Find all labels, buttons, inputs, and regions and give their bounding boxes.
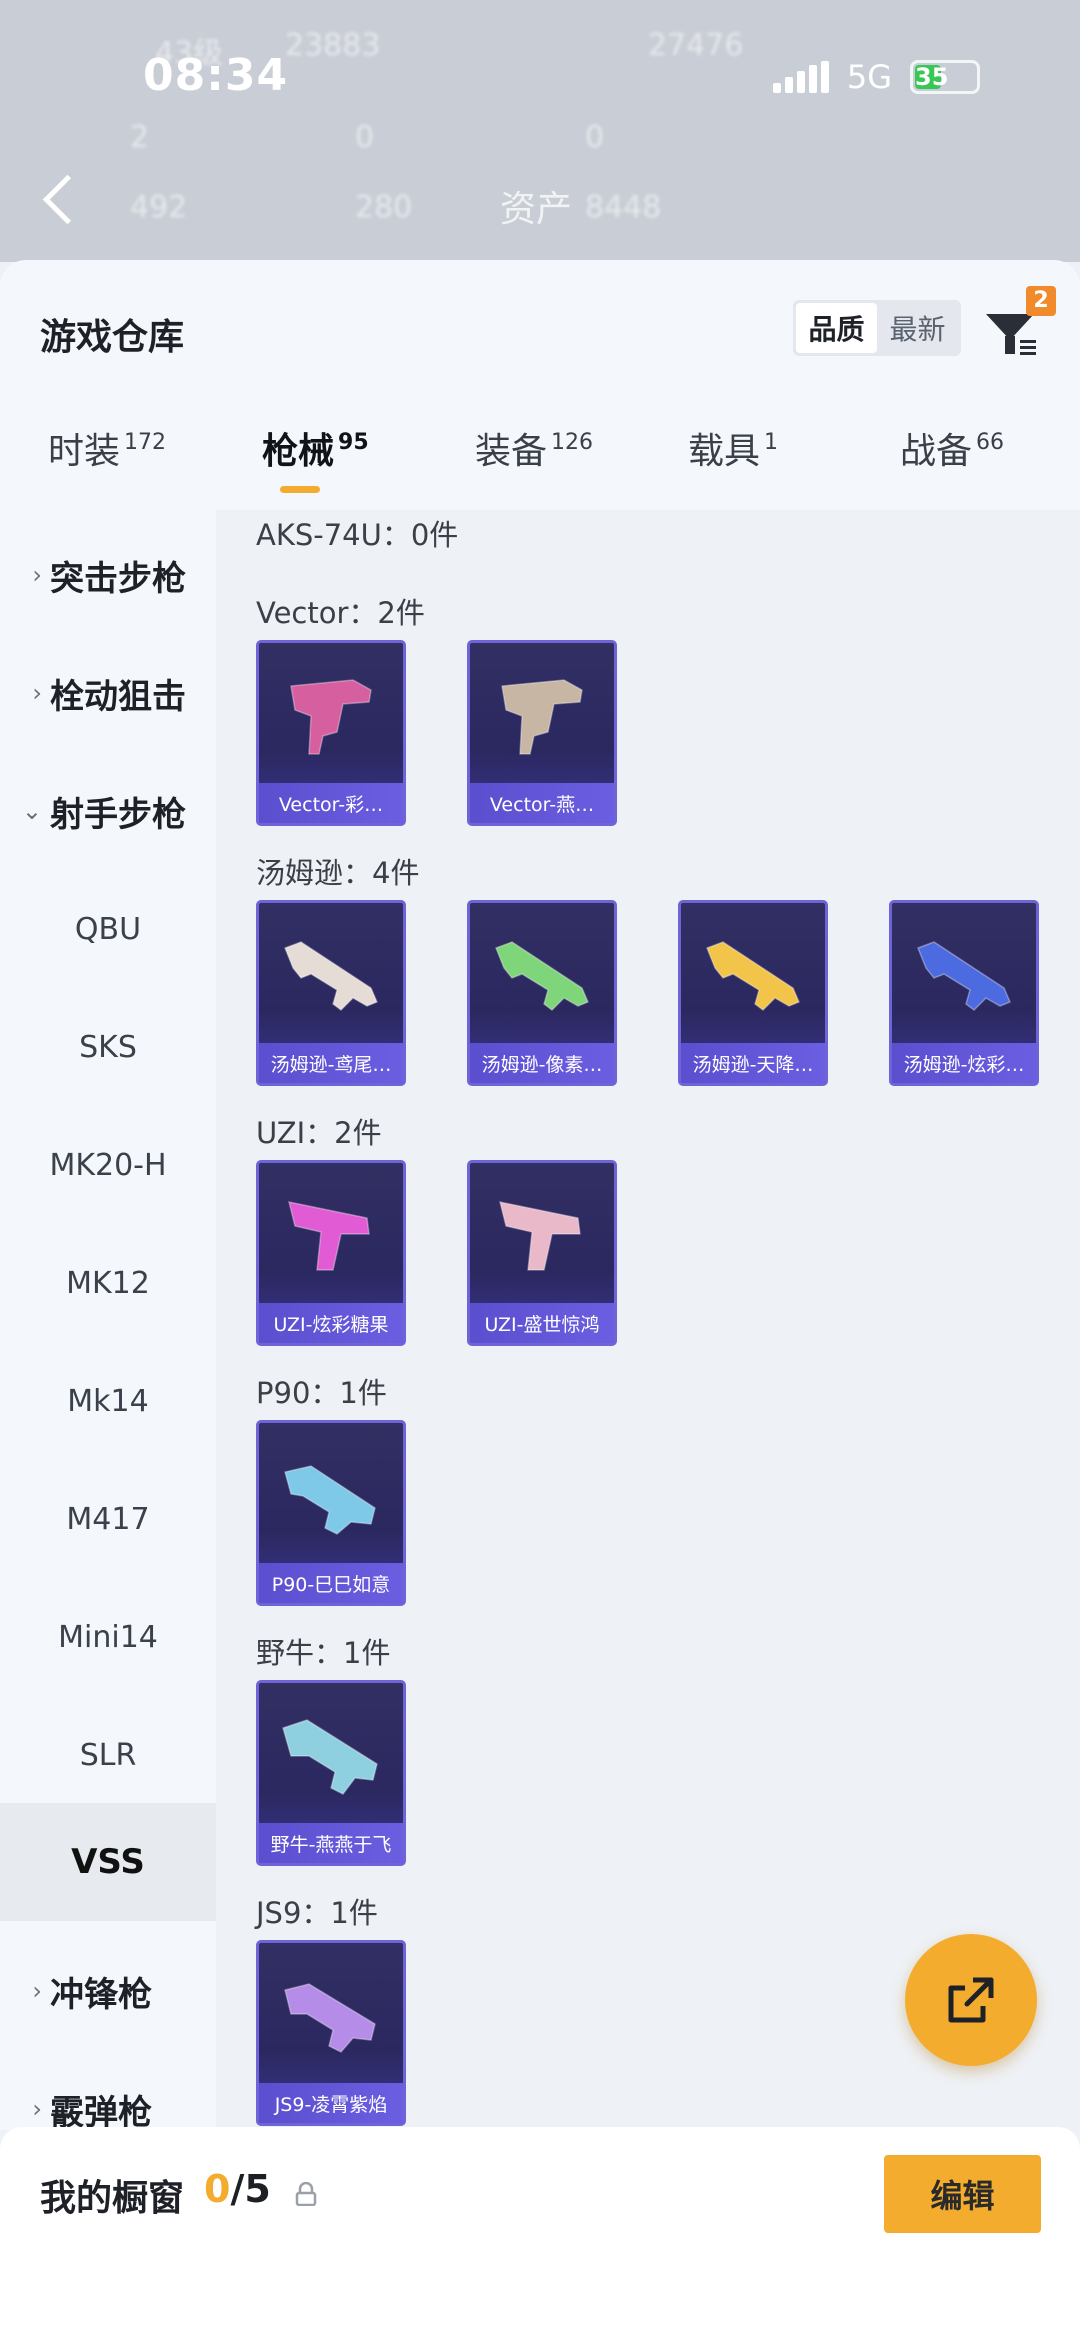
share-external-icon <box>948 1977 994 2023</box>
sidebar-category-bolt-sniper[interactable]: › 栓动狙击 <box>0 653 216 733</box>
thompson-gun-icon <box>470 903 614 1043</box>
status-indicators: 5G 35 <box>772 58 980 96</box>
group-title-js9: JS9：1件 <box>256 1896 378 1930</box>
weapon-type-sidebar: › 突击步枪 › 栓动狙击 ⌄ 射手步枪 QBU SKS MK20-H MK12… <box>0 510 216 2130</box>
skin-card[interactable]: 汤姆逊-炫彩… <box>889 900 1039 1086</box>
tab-equipment[interactable]: 装备 126 <box>475 422 593 474</box>
status-time: 08:34 <box>143 50 289 101</box>
active-tab-indicator <box>280 486 320 493</box>
sidebar-item-mini14[interactable]: Mini14 <box>0 1597 216 1677</box>
sidebar-item-mk20h[interactable]: MK20-H <box>0 1125 216 1205</box>
p90-gun-icon <box>259 1423 403 1563</box>
profile-backdrop: 43级 23883 27476 2 0 0 492 280 资产 8448 08… <box>0 0 1080 262</box>
assets-label: 资产 <box>500 189 573 230</box>
tab-fashion[interactable]: 时装 172 <box>48 422 166 474</box>
showcase-bar: 我的橱窗 0/5 编辑 <box>0 2127 1080 2347</box>
group-title-p90: P90：1件 <box>256 1376 387 1410</box>
skin-card[interactable]: JS9-凌霄紫焰 <box>256 1940 406 2126</box>
sort-toggle: 品质 最新 <box>793 300 961 356</box>
stat-e-text: 280 <box>355 190 413 225</box>
battery-level: 35 <box>915 63 949 91</box>
stat-d-text: 492 <box>130 190 188 225</box>
back-arrow-icon[interactable] <box>38 170 78 230</box>
filter-count-badge: 2 <box>1026 286 1056 316</box>
sidebar-item-vss[interactable]: VSS <box>0 1803 216 1921</box>
sidebar-category-smg[interactable]: › 冲锋枪 <box>0 1951 216 2031</box>
showcase-label: 我的橱窗 <box>40 2178 185 2219</box>
chevron-right-icon: › <box>32 679 42 707</box>
stat-b-text: 0 <box>355 120 375 155</box>
js9-gun-icon <box>259 1943 403 2083</box>
chevron-right-icon: › <box>32 2095 42 2123</box>
weapon-skin-list: AKS-74U：0件 Vector：2件 Vector-彩… Vector-燕…… <box>216 510 1080 2130</box>
skin-card[interactable]: Vector-彩… <box>256 640 406 826</box>
group-title-thompson: 汤姆逊：4件 <box>256 856 420 890</box>
skin-card[interactable]: 野牛-燕燕于飞 <box>256 1680 406 1866</box>
uzi-gun-icon <box>470 1163 614 1303</box>
skin-card[interactable]: P90-巳巳如意 <box>256 1420 406 1606</box>
stat-a-text: 2 <box>130 120 150 155</box>
score-text: 27476 <box>648 28 744 63</box>
warehouse-sheet: 游戏仓库 品质 最新 2 时装 172 枪械 95 装备 126 载具 1 战备 66 ›… <box>0 260 1080 2130</box>
signal-icon <box>772 61 829 93</box>
sidebar-category-assault-rifle[interactable]: › 突击步枪 <box>0 535 216 615</box>
thompson-gun-icon <box>892 903 1036 1043</box>
lock-icon <box>295 2182 317 2206</box>
uzi-gun-icon <box>259 1163 403 1303</box>
vector-gun-icon <box>470 643 614 783</box>
battery-icon: 35 <box>910 60 980 94</box>
sidebar-item-mk12[interactable]: MK12 <box>0 1243 216 1323</box>
skin-card[interactable]: UZI-炫彩糖果 <box>256 1160 406 1346</box>
page-title: 游戏仓库 <box>40 317 185 358</box>
skin-card[interactable]: 汤姆逊-天降… <box>678 900 828 1086</box>
skin-card[interactable]: UZI-盛世惊鸿 <box>467 1160 617 1346</box>
sort-quality-button[interactable]: 品质 <box>796 303 877 353</box>
sidebar-category-shotgun[interactable]: › 霰弹枪 <box>0 2069 216 2131</box>
showcase-count: 0/5 <box>204 2167 271 2211</box>
coin-text: 23883 <box>285 28 381 63</box>
tab-vehicles[interactable]: 载具 1 <box>688 422 778 474</box>
network-type: 5G <box>846 58 892 96</box>
skin-card[interactable]: 汤姆逊-鸢尾… <box>256 900 406 1086</box>
assets-value: 8448 <box>585 190 662 225</box>
tab-firearms[interactable]: 枪械 95 <box>262 422 369 474</box>
bizon-gun-icon <box>259 1683 403 1823</box>
skin-card[interactable]: Vector-燕… <box>467 640 617 826</box>
group-title-uzi: UZI：2件 <box>256 1116 382 1150</box>
share-button[interactable] <box>905 1934 1037 2066</box>
chevron-down-icon: ⌄ <box>21 797 42 825</box>
group-title-aks74u: AKS-74U：0件 <box>256 518 459 552</box>
sidebar-item-slr[interactable]: SLR <box>0 1715 216 1795</box>
category-tabs: 时装 172 枪械 95 装备 126 载具 1 战备 66 <box>0 400 1080 510</box>
sidebar-item-sks[interactable]: SKS <box>0 1007 216 1087</box>
sidebar-item-m417[interactable]: M417 <box>0 1479 216 1559</box>
thompson-gun-icon <box>259 903 403 1043</box>
sidebar-category-marksman-rifle[interactable]: ⌄ 射手步枪 <box>0 771 216 851</box>
vector-gun-icon <box>259 643 403 783</box>
thompson-gun-icon <box>681 903 825 1043</box>
skin-card[interactable]: 汤姆逊-像素… <box>467 900 617 1086</box>
group-title-bizon: 野牛：1件 <box>256 1636 391 1670</box>
sort-newest-button[interactable]: 最新 <box>877 303 958 353</box>
sidebar-item-mk14[interactable]: Mk14 <box>0 1361 216 1441</box>
chevron-right-icon: › <box>32 561 42 589</box>
sidebar-item-qbu[interactable]: QBU <box>0 889 216 969</box>
edit-button[interactable]: 编辑 <box>884 2155 1041 2233</box>
chevron-right-icon: › <box>32 1977 42 2005</box>
group-title-vector: Vector：2件 <box>256 596 425 630</box>
stat-c-text: 0 <box>585 120 605 155</box>
tab-battle-gear[interactable]: 战备 66 <box>900 422 1004 474</box>
